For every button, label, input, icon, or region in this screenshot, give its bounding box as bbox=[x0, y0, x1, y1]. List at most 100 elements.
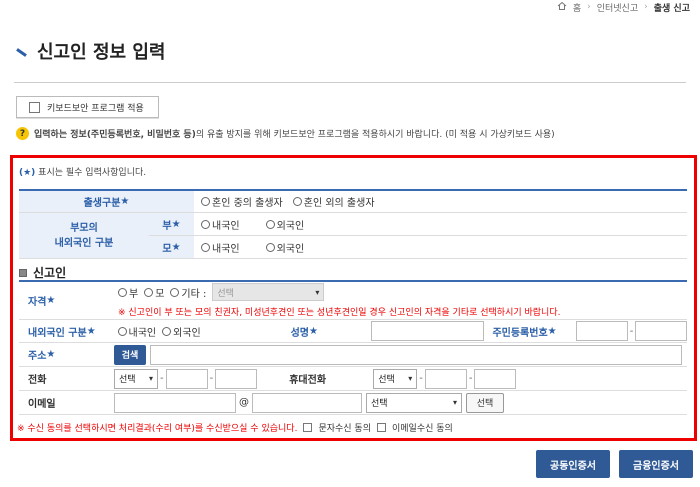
mother-row: 모 ★ 내국인 외국인 bbox=[149, 236, 687, 259]
radio-icon bbox=[162, 326, 172, 336]
dropdown-arrow-icon: ▾ bbox=[148, 374, 153, 383]
breadcrumb-home[interactable]: 홈 bbox=[573, 1, 581, 14]
radio-icon bbox=[144, 287, 154, 297]
dropdown-arrow-icon: ▾ bbox=[408, 374, 413, 383]
address-search-button[interactable]: 검색 bbox=[114, 344, 146, 365]
notice-text: 의 유출 방지를 위해 키보드보안 프로그램을 적용하시기 바랍니다. (미 적… bbox=[195, 130, 555, 140]
breadcrumb-level1[interactable]: 인터넷신고 bbox=[597, 1, 638, 14]
notice-bold: 입력하는 정보(주민등록번호, 비밀번호 등) bbox=[34, 130, 196, 140]
parents-row: 부모의 내외국인 구분 부 ★ 내국인 외국인 모 ★ 내국인 외국인 bbox=[19, 213, 687, 259]
dropdown-arrow-icon: ▾ bbox=[452, 398, 457, 407]
radio-icon bbox=[265, 219, 275, 229]
address-label: 주소 ★ bbox=[28, 349, 56, 362]
page-header: 신고인 정보 입력 bbox=[16, 38, 165, 64]
birth-type-row: 출생구분 ★ 혼인 중의 출생자 혼인 외의 출생자 bbox=[19, 191, 687, 213]
qualification-father[interactable]: 부 bbox=[118, 285, 138, 300]
nationality-domestic[interactable]: 내국인 bbox=[117, 324, 156, 339]
rrn-label: 주민등록번호 ★ bbox=[492, 325, 557, 339]
birth-type-options: 혼인 중의 출생자 혼인 외의 출생자 bbox=[194, 191, 381, 212]
title-divider bbox=[14, 82, 686, 83]
parents-label: 부모의 내외국인 구분 bbox=[19, 213, 149, 259]
consent-row: ※ 수신 동의를 선택하시면 처리결과(수리 여부)를 수신받으실 수 있습니다… bbox=[17, 421, 453, 434]
sms-consent-checkbox[interactable] bbox=[303, 423, 313, 432]
mobile-prefix-select[interactable]: 선택 ▾ bbox=[373, 368, 418, 389]
email-consent-label: 이메일수신 동의 bbox=[391, 424, 453, 434]
radio-icon bbox=[118, 287, 127, 297]
reporter-section-title: 신고인 bbox=[19, 264, 66, 281]
address-input[interactable] bbox=[150, 344, 682, 365]
rrn-first-input[interactable] bbox=[575, 321, 628, 341]
radio-icon bbox=[170, 287, 180, 297]
birth-type-out-marriage[interactable]: 혼인 외의 출생자 bbox=[292, 194, 375, 209]
chevron-right-icon: › bbox=[644, 2, 648, 12]
radio-icon bbox=[292, 197, 302, 206]
name-label: 성명 ★ bbox=[290, 325, 318, 339]
section-bullet-icon bbox=[19, 268, 27, 277]
qualification-select[interactable]: 선택 ▾ bbox=[212, 283, 325, 301]
keyboard-security-checkbox[interactable] bbox=[29, 101, 40, 113]
qualification-other[interactable]: 기타 : bbox=[170, 285, 206, 300]
email-at: @ bbox=[239, 397, 249, 408]
reporter-table: 자격 ★ 부 모 기타 : 선택 ▾ ※ 신고인이 부 또는 모의 친권자, 미성년… bbox=[19, 280, 688, 415]
radio-icon bbox=[117, 326, 127, 336]
mother-label: 모 ★ bbox=[149, 236, 194, 258]
email-label: 이메일 bbox=[28, 399, 56, 410]
email-consent-checkbox[interactable] bbox=[376, 423, 386, 432]
qualification-mother[interactable]: 모 bbox=[144, 285, 164, 300]
birth-info-table: 출생구분 ★ 혼인 중의 출생자 혼인 외의 출생자 부모의 내외국인 구분 부 ★… bbox=[19, 189, 687, 259]
phone-label: 전화 bbox=[28, 375, 47, 386]
phone-last-input[interactable] bbox=[215, 368, 258, 389]
email-domain-apply-button[interactable]: 선택 bbox=[466, 392, 504, 413]
mobile-last-input[interactable] bbox=[474, 368, 517, 389]
consent-text: ※ 수신 동의를 선택하시면 처리결과(수리 여부)를 수신받으실 수 있습니다… bbox=[17, 424, 298, 434]
title-mark-icon bbox=[16, 47, 27, 57]
email-domain-select[interactable]: 선택 ▾ bbox=[366, 392, 462, 413]
mother-domestic[interactable]: 내국인 bbox=[201, 240, 240, 255]
radio-icon bbox=[265, 242, 275, 252]
phone-row: 전화 선택 ▾ - - 휴대전화 선택 ▾ - - bbox=[19, 367, 687, 391]
birth-type-label: 출생구분 ★ bbox=[19, 191, 194, 212]
name-input[interactable] bbox=[371, 321, 485, 341]
home-icon[interactable] bbox=[557, 1, 567, 14]
phone-area-select[interactable]: 선택 ▾ bbox=[114, 368, 158, 389]
question-icon: ? bbox=[16, 127, 29, 140]
chevron-right-icon: › bbox=[587, 2, 591, 12]
father-domestic[interactable]: 내국인 bbox=[201, 217, 240, 232]
radio-icon bbox=[201, 242, 210, 252]
father-label: 부 ★ bbox=[149, 213, 194, 235]
radio-icon bbox=[201, 197, 210, 206]
breadcrumb-current: 출생 신고 bbox=[653, 3, 690, 14]
identity-row: 내외국인 구분 ★ 내국인 외국인 성명 ★ 주민등록번호 ★ - bbox=[19, 320, 688, 343]
email-row: 이메일 @ 선택 ▾ 선택 bbox=[19, 391, 687, 415]
required-text: 표시는 필수 입력사항입니다. bbox=[38, 168, 147, 178]
nationality-foreign[interactable]: 외국인 bbox=[162, 324, 201, 339]
email-id-input[interactable] bbox=[114, 392, 236, 413]
radio-icon bbox=[201, 219, 210, 229]
joint-certificate-button[interactable]: 공동인증서 bbox=[536, 450, 610, 478]
mobile-middle-input[interactable] bbox=[424, 368, 467, 389]
required-marker: (★) bbox=[19, 168, 36, 178]
qualification-label: 자격 ★ bbox=[28, 295, 56, 308]
qualification-note: ※ 신고인이 부 또는 모의 친권자, 미성년후견인 또는 성년후견인일 경우 … bbox=[118, 308, 561, 318]
dropdown-arrow-icon: ▾ bbox=[315, 287, 320, 297]
notice: ? 입력하는 정보(주민등록번호, 비밀번호 등)의 유출 방지를 위해 키보드… bbox=[16, 127, 555, 140]
mother-foreign[interactable]: 외국인 bbox=[265, 240, 304, 255]
father-row: 부 ★ 내국인 외국인 bbox=[149, 213, 687, 236]
reporter-form: (★) 표시는 필수 입력사항입니다. 출생구분 ★ 혼인 중의 출생자 혼인 외… bbox=[10, 155, 697, 441]
nationality-label: 내외국인 구분 ★ bbox=[28, 325, 96, 339]
birth-type-in-marriage[interactable]: 혼인 중의 출생자 bbox=[201, 194, 283, 209]
sms-consent-label: 문자수신 동의 bbox=[318, 424, 371, 434]
financial-certificate-button[interactable]: 금융인증서 bbox=[619, 450, 693, 478]
phone-middle-input[interactable] bbox=[165, 368, 208, 389]
breadcrumb: 홈 › 인터넷신고 › 출생 신고 bbox=[557, 0, 690, 14]
required-note: (★) 표시는 필수 입력사항입니다. bbox=[19, 165, 146, 178]
email-domain-input[interactable] bbox=[252, 392, 362, 413]
qualification-row: 자격 ★ 부 모 기타 : 선택 ▾ ※ 신고인이 부 또는 모의 친권자, 미성년… bbox=[19, 282, 687, 320]
address-row: 주소 ★ 검색 bbox=[19, 343, 687, 367]
page-title: 신고인 정보 입력 bbox=[37, 42, 166, 63]
mobile-label: 휴대전화 bbox=[289, 375, 327, 386]
keyboard-security-toggle[interactable]: 키보드보안 프로그램 적용 bbox=[16, 96, 159, 118]
rrn-second-input[interactable] bbox=[635, 321, 688, 341]
keyboard-security-label: 키보드보안 프로그램 적용 bbox=[47, 103, 144, 114]
father-foreign[interactable]: 외국인 bbox=[265, 217, 304, 232]
